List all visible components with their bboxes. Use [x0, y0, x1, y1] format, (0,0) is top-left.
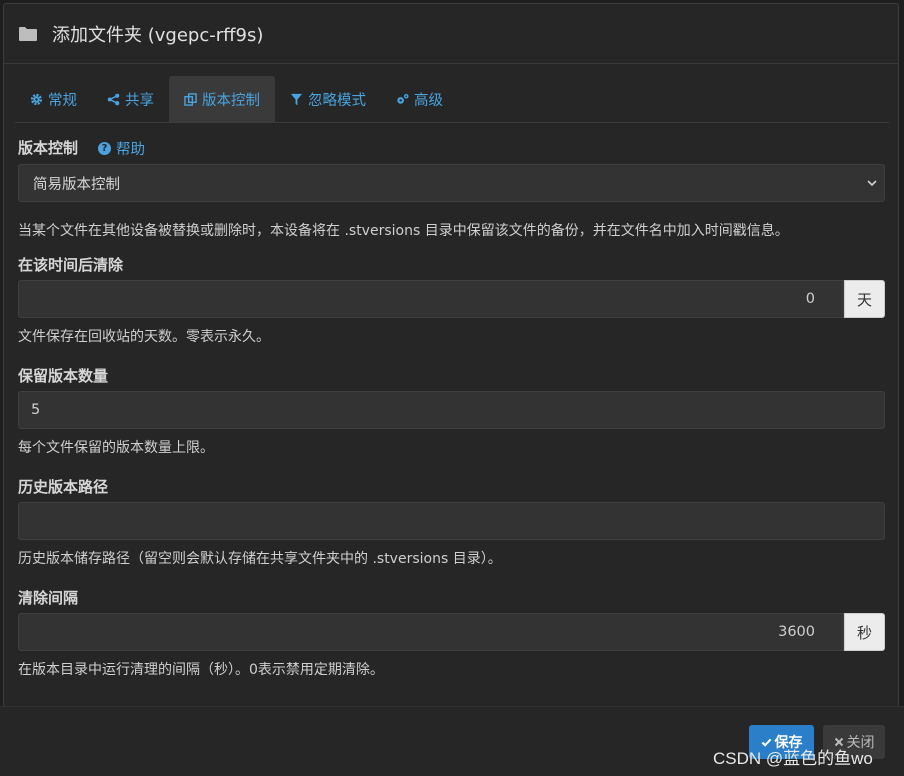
tab-label: 版本控制 [202, 92, 260, 109]
question-icon: ? [98, 142, 111, 155]
versions-path-label: 历史版本路径 [18, 478, 109, 496]
versions-path-description: 历史版本储存路径（留空则会默认存储在共享文件夹中的 .stversions 目录… [18, 551, 502, 567]
keep-versions-description: 每个文件保留的版本数量上限。 [18, 440, 214, 456]
tab-label: 常规 [48, 92, 77, 109]
chevron-down-icon [867, 180, 877, 187]
cleanup-interval-label: 清除间隔 [18, 589, 79, 607]
copy-icon [184, 92, 197, 106]
versioning-description: 当某个文件在其他设备被替换或删除时，本设备将在 .stversions 目录中保… [18, 223, 789, 239]
versions-path-input[interactable] [18, 502, 885, 540]
versioning-label: 版本控制 [18, 139, 79, 157]
seconds-unit-addon: 秒 [844, 613, 885, 651]
keep-versions-label: 保留版本数量 [18, 367, 109, 385]
help-label: 帮助 [116, 142, 145, 158]
tab-ignore-patterns[interactable]: 忽略模式 [275, 76, 381, 122]
unit-label: 天 [856, 290, 872, 309]
tab-versioning[interactable]: 版本控制 [169, 76, 275, 122]
tab-label: 高级 [414, 92, 443, 109]
dialog-title: 添加文件夹 (vgepc-rff9s) [52, 24, 264, 46]
days-unit-addon: 天 [844, 280, 885, 318]
tab-general[interactable]: 常规 [15, 76, 92, 122]
selected-option: 简易版本控制 [33, 176, 120, 193]
cleanout-label: 在该时间后清除 [18, 256, 124, 274]
tab-bar: 常规 共享 版本控制 忽略模式 高级 [15, 76, 889, 123]
gear-icon [30, 93, 43, 105]
tab-advanced[interactable]: 高级 [381, 76, 458, 122]
tab-sharing[interactable]: 共享 [92, 76, 169, 122]
dialog-header: 添加文件夹 (vgepc-rff9s) [4, 4, 898, 64]
versioning-type-select[interactable]: 简易版本控制 [18, 164, 885, 202]
watermark: CSDN @蓝色的鱼wo [713, 749, 873, 768]
cleanup-interval-description: 在版本目录中运行清理的间隔（秒）。0表示禁用定期清除。 [18, 662, 384, 678]
filter-icon [290, 93, 303, 105]
folder-icon [19, 26, 37, 41]
cleanup-interval-value: 3600 [778, 624, 815, 640]
keep-versions-input[interactable]: 5 [18, 391, 885, 429]
cleanout-value: 0 [805, 291, 815, 307]
keep-versions-value: 5 [31, 402, 41, 418]
tab-label: 忽略模式 [308, 92, 366, 109]
share-icon [107, 93, 120, 105]
cleanout-days-input[interactable]: 0 [18, 280, 844, 318]
help-link[interactable]: ? 帮助 [98, 138, 145, 159]
gears-icon [397, 93, 409, 104]
tab-label: 共享 [125, 92, 154, 109]
unit-label: 秒 [856, 623, 872, 642]
cleanout-description: 文件保存在回收站的天数。零表示永久。 [18, 329, 270, 345]
cleanup-interval-input[interactable]: 3600 [18, 613, 844, 651]
